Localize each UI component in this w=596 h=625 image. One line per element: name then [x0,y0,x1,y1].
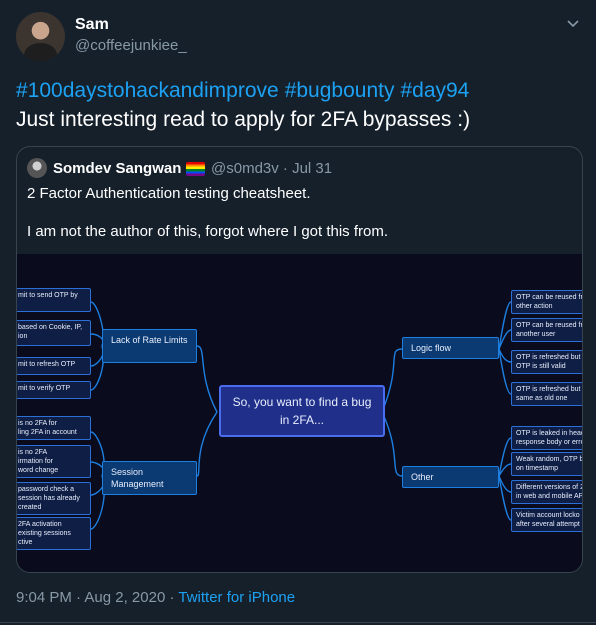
tweet-date[interactable]: Aug 2, 2020 [84,589,165,606]
leaf-text: OTP can be reused fr [516,294,583,301]
mindmap-leaf: Weak random, OTP ba on timestamp [511,452,583,476]
leaf-text: mit to refresh OTP [18,361,76,368]
author-avatar[interactable] [16,12,65,61]
mindmap-leaf: Different versions of 2 in web and mobile… [511,480,583,504]
mindmap-leaf: mit to verify OTP [17,381,91,399]
hashtag-line: #100daystohackandimprove #bugbounty #day94 [16,79,475,103]
mindmap-branch-logic-flow: Logic flow [402,337,499,359]
leaf-text: OTP is refreshed but [516,354,581,361]
mindmap-leaf: based on Cookie, IP, ion [17,320,91,346]
separator-dot: · [169,589,175,606]
mindmap-branch-session-management: Session Management [102,461,197,495]
leaf-text: response body or erro [516,439,583,446]
leaf-text: mit to verify OTP [18,385,71,392]
leaf-text: ion [18,333,28,340]
separator-dot: · [282,160,288,177]
quoted-author-name: Somdev Sangwan [53,160,182,177]
mindmap-leaf: mit to send OTP by [17,288,91,312]
author-name[interactable]: Sam [75,16,109,34]
leaf-text: Different versions of 2 [516,484,583,491]
quoted-tweet[interactable]: Somdev Sangwan @s0md3v · Jul 31 2 Factor… [16,146,583,573]
mindmap-leaf: OTP is refreshed but OTP is still valid [511,350,582,374]
mindmap-leaf: OTP is refreshed but i same as old one [511,382,583,406]
author-handle[interactable]: @coffeejunkiee_ [75,37,187,54]
leaf-text: Victim account locko [516,512,580,519]
mindmap-leaf: is no 2FA for ling 2FA in account [17,416,91,440]
mindmap-leaf: 2FA activation existing sessions ctive [17,517,91,550]
leaf-text: password check a [18,486,75,493]
tweet-text: Just interesting read to apply for 2FA b… [16,108,471,131]
leaf-text: created [18,504,42,511]
leaf-text: ling 2FA in account [18,429,77,436]
separator-dot: · [76,589,82,606]
leaf-text: mit to send OTP by [18,292,78,299]
mindmap-branch-other: Other [402,466,499,488]
chevron-down-icon[interactable] [566,17,580,31]
mindmap-image[interactable]: So, you want to find a bug in 2FA... Lac… [17,254,583,572]
leaf-text: existing sessions [18,530,71,537]
leaf-text: OTP is leaked in head [516,430,583,437]
leaf-text: is no 2FA [18,449,48,456]
mindmap-center-node: So, you want to find a bug in 2FA... [219,385,385,437]
quoted-text-line: 2 Factor Authentication testing cheatshe… [27,185,311,202]
quoted-author-handle: @s0md3v [211,160,279,177]
quoted-meta: @s0md3v · Jul 31 [211,160,332,177]
tweet-time[interactable]: 9:04 PM [16,589,72,606]
mindmap-leaf: OTP is leaked in head response body or er… [511,426,583,450]
leaf-text: in web and mobile AP [516,493,583,500]
leaf-text: ctive [18,539,33,546]
leaf-text: other action [516,303,553,310]
quoted-text-line: I am not the author of this, forgot wher… [27,223,389,240]
leaf-text: irmation for [18,458,54,465]
divider [0,622,596,623]
mindmap-leaf: OTP can be reused fr other action [511,290,583,314]
mindmap-leaf: password check a session has already creat… [17,482,91,515]
hashtag-link[interactable]: #day94 [400,79,469,102]
leaf-text: session has already [18,495,80,502]
leaf-text: 2FA activation [18,521,62,528]
leaf-text: another user [516,331,556,338]
tweet-card: Sam @coffeejunkiee_ #100daystohackandimp… [0,0,596,625]
mindmap-leaf: OTP can be reused fr another user [511,318,583,342]
leaf-text: word change [18,467,59,474]
hashtag-link[interactable]: #bugbounty [285,79,395,102]
mindmap-branch-rate-limits: Lack of Rate Limits [102,329,197,363]
mindmap-leaf: mit to refresh OTP [17,357,91,375]
rainbow-flag-icon [186,162,205,176]
leaf-text: on timestamp [516,465,559,472]
mindmap-leaf: Victim account locko after several attemp… [511,508,582,532]
leaf-text: OTP can be reused fr [516,322,583,329]
leaf-text: after several attempt [516,521,580,528]
leaf-text: OTP is still valid [516,363,566,370]
quoted-author-avatar [27,158,47,178]
mindmap-leaf: is no 2FA irmation for word change [17,445,91,478]
tweet-footer: 9:04 PM · Aug 2, 2020 · Twitter for iPho… [16,589,295,606]
leaf-text: OTP is refreshed but i [516,386,583,393]
leaf-text: based on Cookie, IP, [18,324,83,331]
hashtag-link[interactable]: #100daystohackandimprove [16,79,279,102]
leaf-text: is no 2FA for [18,420,57,427]
leaf-text: same as old one [516,395,568,402]
leaf-text: Weak random, OTP ba [516,456,583,463]
tweet-source-link[interactable]: Twitter for iPhone [178,589,295,606]
quoted-date: Jul 31 [292,160,333,177]
